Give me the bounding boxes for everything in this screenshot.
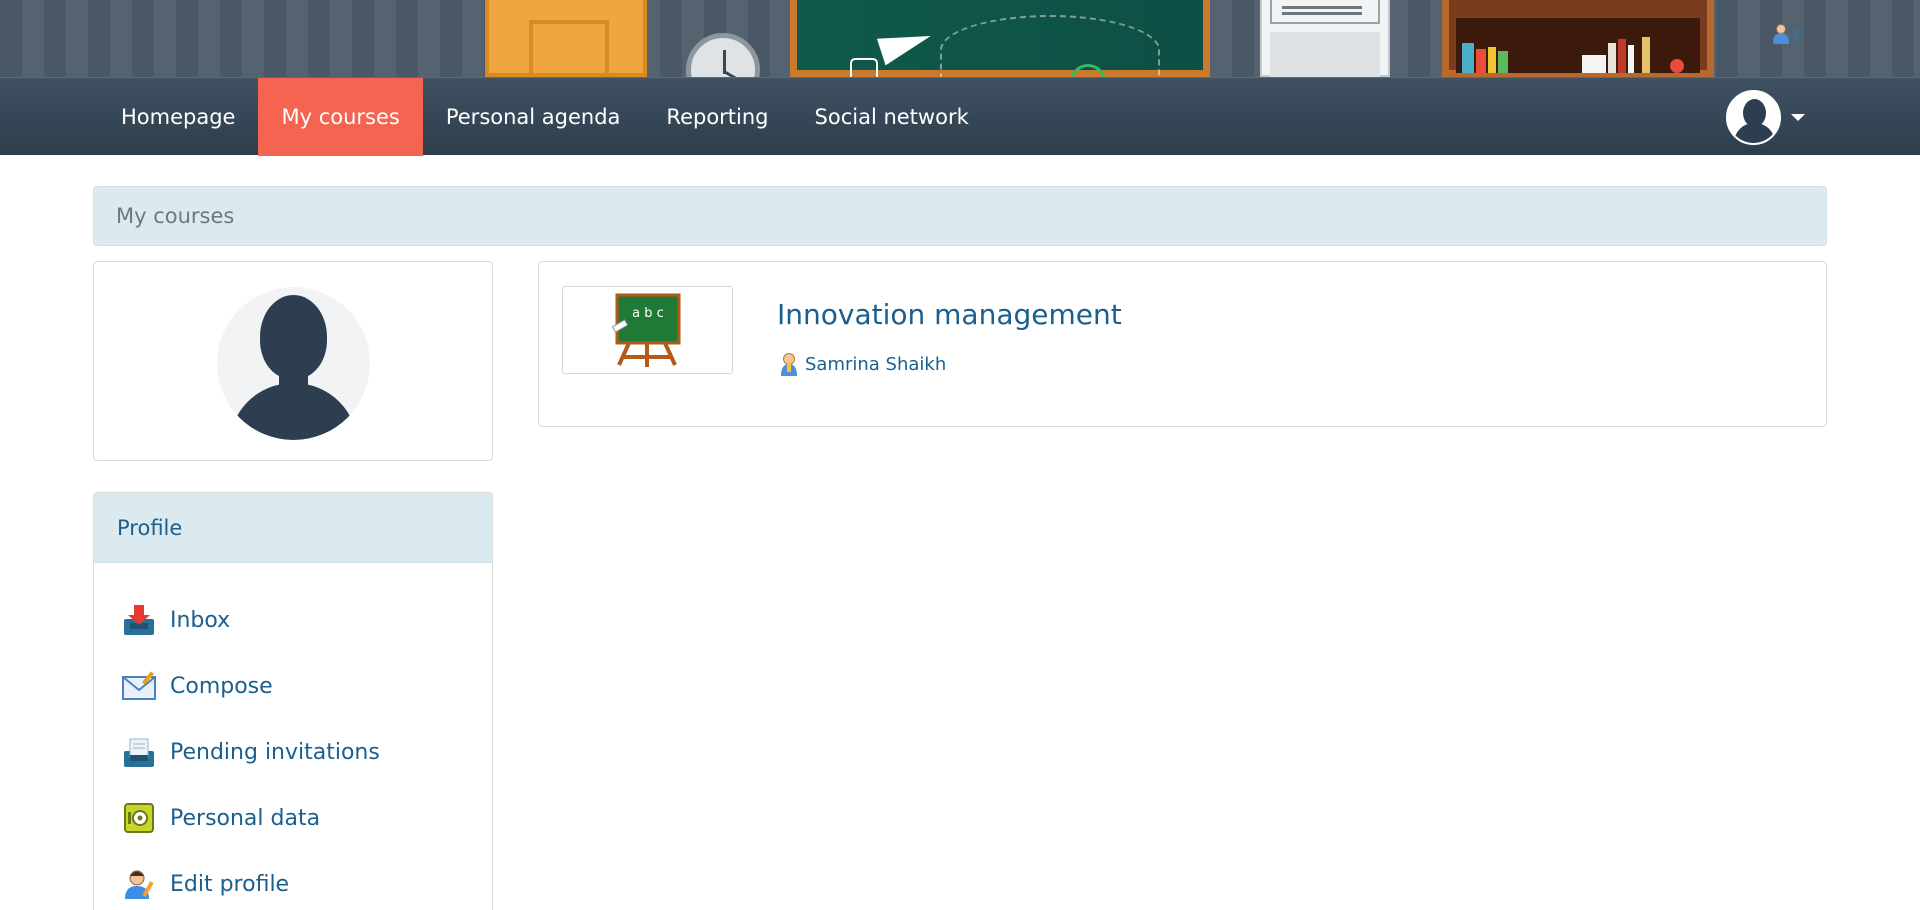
profile-panel-header[interactable]: Profile — [94, 493, 492, 563]
course-teacher-link[interactable]: Samrina Shaikh — [779, 352, 946, 376]
profile-menu: Inbox Compose Pending invitations Person… — [94, 563, 492, 910]
invitations-tray-icon — [122, 735, 156, 769]
inbox-icon — [122, 603, 156, 637]
blackboard-abc-icon: a b c — [611, 293, 681, 367]
breadcrumb: My courses — [93, 186, 1827, 246]
nav-reporting[interactable]: Reporting — [643, 78, 791, 156]
nav-my-courses[interactable]: My courses — [258, 78, 423, 156]
edit-profile-user-icon — [122, 867, 156, 901]
user-avatar-panel — [93, 261, 493, 461]
user-avatar-icon[interactable] — [1726, 90, 1781, 145]
profile-item-edit-profile[interactable]: Edit profile — [94, 851, 492, 910]
banner-bookshelf-illustration — [1442, 0, 1714, 77]
profile-item-label: Pending invitations — [170, 739, 380, 765]
profile-item-compose[interactable]: Compose — [94, 653, 492, 719]
nav-personal-agenda[interactable]: Personal agenda — [423, 78, 644, 156]
course-thumbnail[interactable]: a b c — [562, 286, 733, 374]
header-banner: 2 — [0, 0, 1920, 77]
profile-item-label: Edit profile — [170, 871, 290, 897]
profile-panel: Profile Inbox Compose Pending invitation… — [93, 492, 493, 910]
banner-door-illustration — [485, 0, 647, 77]
profile-item-label: Compose — [170, 673, 273, 699]
nav-social-network[interactable]: Social network — [792, 78, 992, 156]
course-title-link[interactable]: Innovation management — [777, 298, 1122, 331]
profile-panel-title: Profile — [117, 515, 183, 540]
banner-clock-illustration — [686, 33, 760, 77]
blackboard-text: a b c — [632, 306, 664, 321]
user-menu-dropdown[interactable] — [1726, 90, 1805, 145]
profile-item-label: Personal data — [170, 805, 321, 831]
profile-item-inbox[interactable]: Inbox — [94, 587, 492, 653]
profile-item-pending-invitations[interactable]: Pending invitations — [94, 719, 492, 785]
profile-item-personal-data[interactable]: Personal data — [94, 785, 492, 851]
nav-menu: Homepage My courses Personal agenda Repo… — [98, 78, 992, 156]
main-navbar: Homepage My courses Personal agenda Repo… — [0, 77, 1920, 156]
safe-vault-icon — [122, 801, 156, 835]
compose-envelope-icon — [122, 669, 156, 703]
nav-homepage[interactable]: Homepage — [98, 78, 258, 156]
online-users-count: 2 — [1792, 25, 1802, 43]
profile-avatar[interactable] — [217, 287, 370, 440]
course-card: a b c Innovation management Samrina Shai… — [538, 261, 1827, 427]
online-users-indicator[interactable]: 2 — [1772, 24, 1802, 44]
caret-down-icon[interactable] — [1791, 114, 1805, 121]
breadcrumb-current: My courses — [116, 204, 235, 228]
course-teacher-name: Samrina Shaikh — [805, 353, 947, 375]
teacher-user-icon — [779, 352, 799, 376]
banner-paper-illustration — [1260, 0, 1390, 77]
profile-item-label: Inbox — [170, 607, 231, 633]
user-online-icon — [1772, 24, 1790, 44]
